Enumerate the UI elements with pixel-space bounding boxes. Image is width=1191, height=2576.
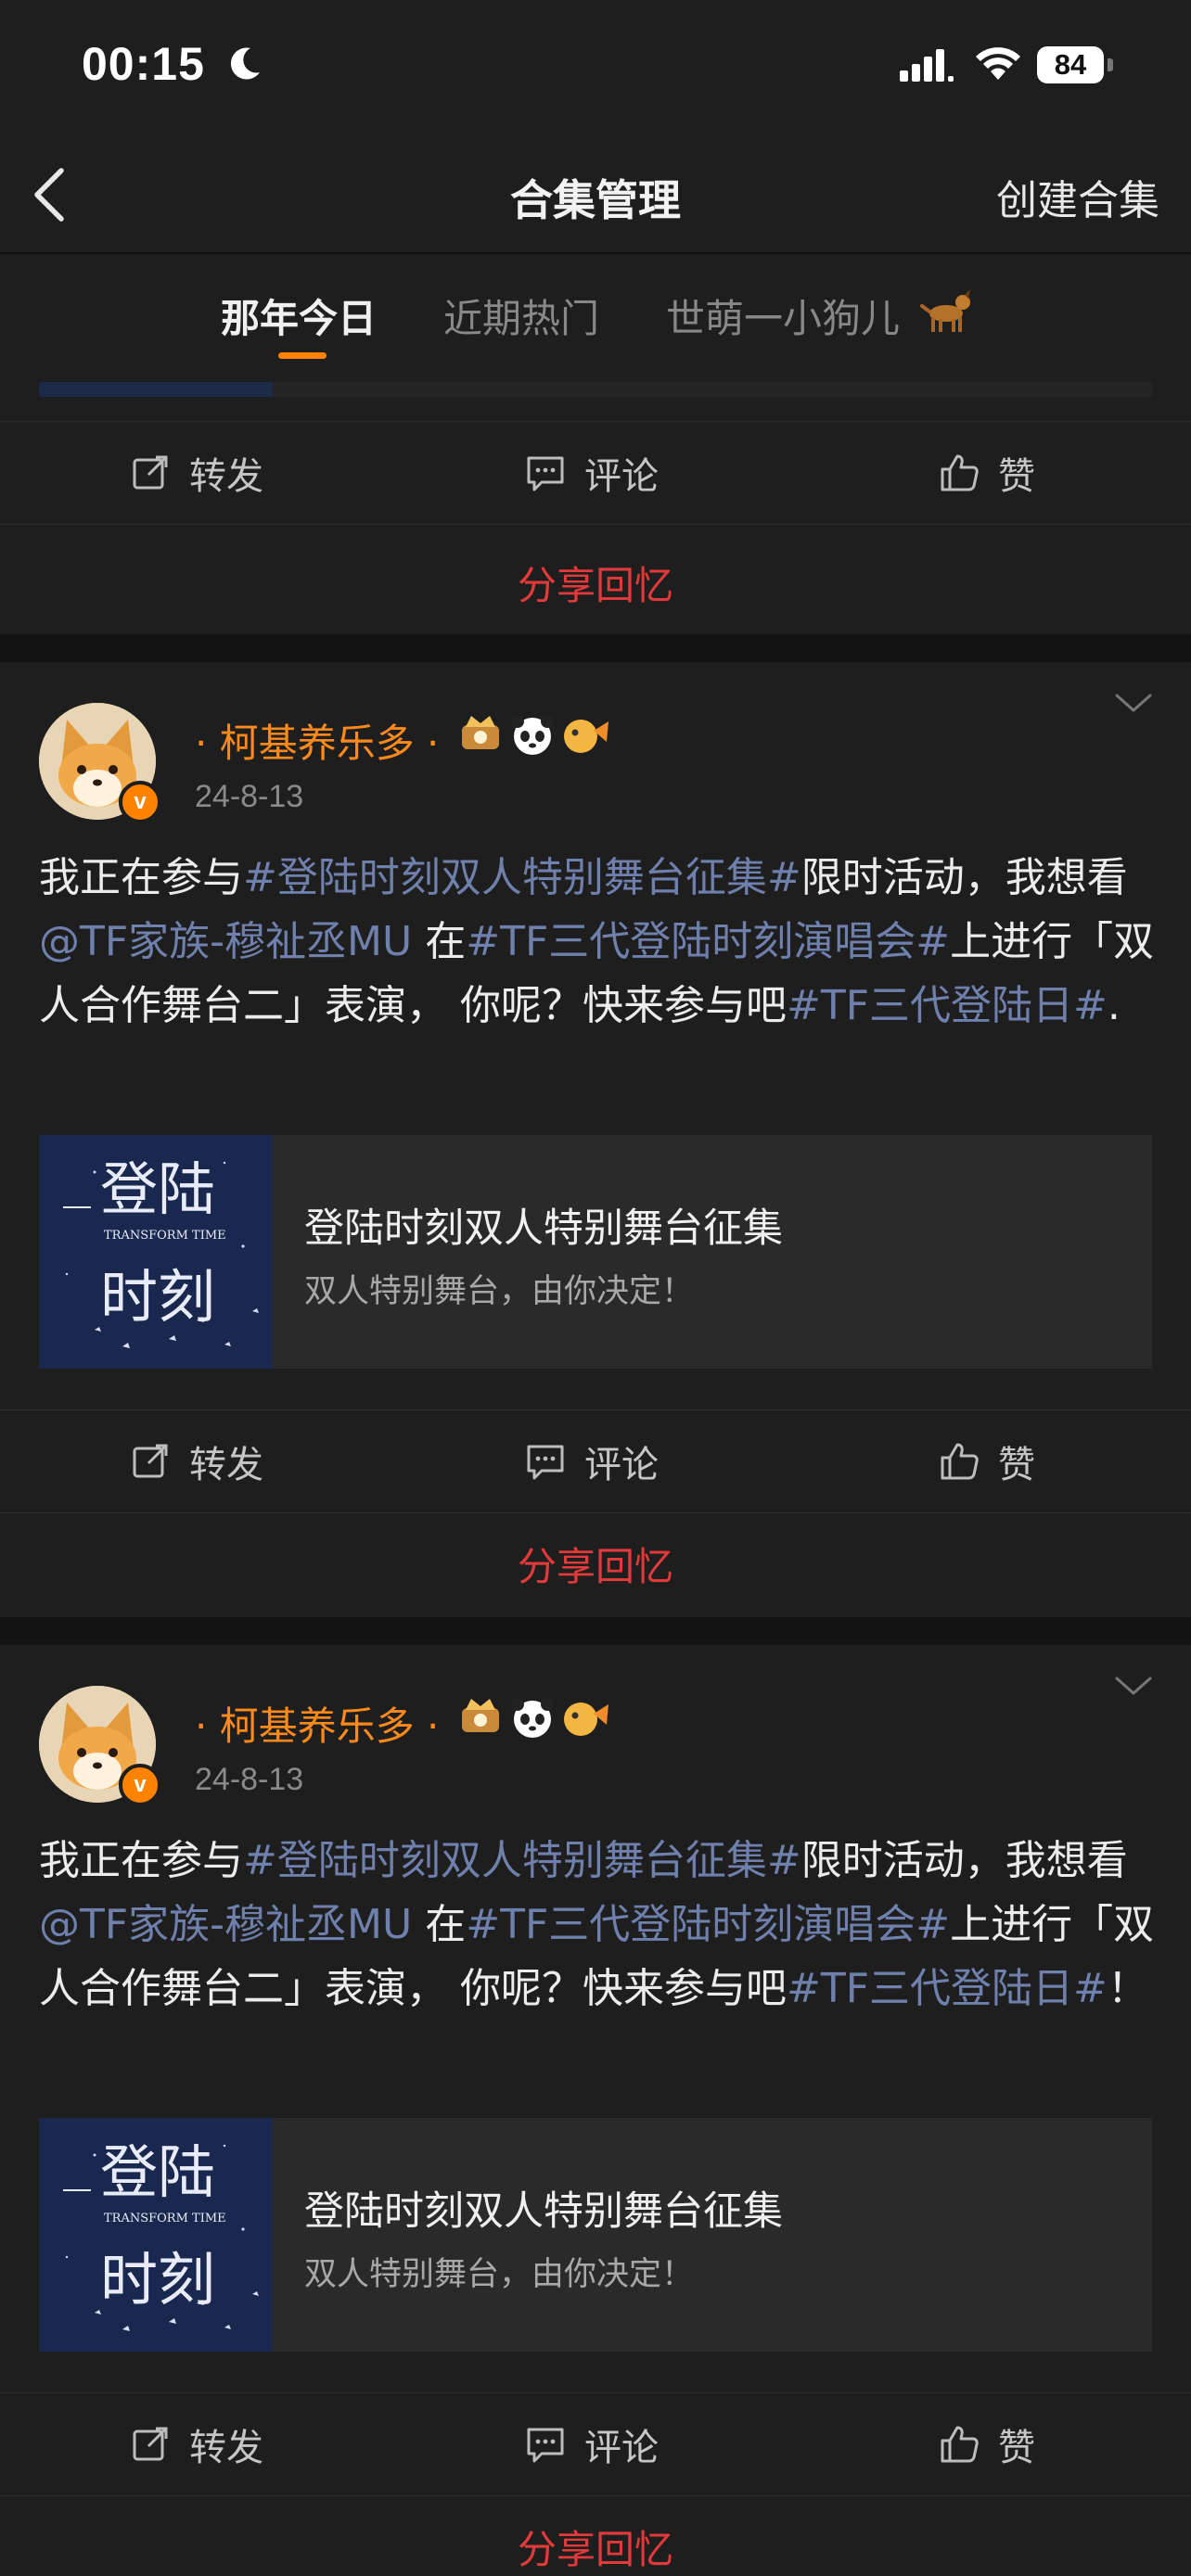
share-memory-button[interactable]: 分享回忆 — [0, 555, 1191, 611]
action-bar: 转发 评论 赞 — [0, 421, 1191, 525]
comment-button[interactable]: 评论 — [525, 1410, 659, 1512]
repost-icon — [133, 455, 168, 490]
topic-link-card[interactable]: 登陆 TRANSFORM TIME 时刻 登陆时刻双人特别舞台征集 双人特别舞台… — [39, 2118, 1152, 2352]
like-label: 赞 — [998, 455, 1035, 498]
wifi-icon — [976, 47, 1020, 80]
dog-emoji-icon — [920, 289, 970, 332]
like-label: 赞 — [998, 1444, 1035, 1486]
comment-label: 评论 — [584, 2427, 659, 2469]
topic-thumbnail: 登陆 TRANSFORM TIME 时刻 — [39, 2118, 273, 2352]
action-bar: 转发 评论 赞 — [0, 2392, 1191, 2496]
status-time: 00:15 — [82, 38, 205, 90]
battery-icon: 84 — [1037, 46, 1113, 83]
share-memory-button[interactable]: 分享回忆 — [0, 1536, 1191, 1592]
username[interactable]: · 柯基养乐多 · — [195, 712, 439, 769]
post-date: 24-8-13 — [195, 1762, 304, 1797]
topic-link-card[interactable]: 登陆 TRANSFORM TIME 时刻 登陆时刻双人特别舞台征集 双人特别舞台… — [39, 1135, 1152, 1369]
post-text: 我正在参与#登陆时刻双人特别舞台征集#限时活动，我想看@TF家族-穆祉丞MU 在… — [39, 1837, 1155, 2012]
comment-icon — [527, 1445, 564, 1480]
status-bar: 00:15 84 — [0, 0, 1191, 139]
hashtag-link[interactable]: #TF三代登陆时刻演唱会# — [466, 918, 950, 965]
user-badges-icon — [462, 1698, 608, 1738]
like-button[interactable]: 赞 — [939, 422, 1035, 524]
comment-button[interactable]: 评论 — [525, 2393, 659, 2495]
comment-label: 评论 — [584, 455, 659, 498]
comment-button[interactable]: 评论 — [525, 422, 659, 524]
repost-button[interactable]: 转发 — [130, 2393, 263, 2495]
cellular-signal-icon — [900, 49, 954, 82]
repost-button[interactable]: 转发 — [130, 1410, 263, 1512]
tab-on-this-day[interactable]: 那年今日 — [221, 287, 377, 344]
thumb-title-2: 时刻 — [100, 2246, 215, 2314]
share-memory-button[interactable]: 分享回忆 — [0, 2519, 1191, 2575]
post-card: v · 柯基养乐多 · 24-8-13 我正在参与#登陆时刻双人特别舞台征集#限… — [0, 1645, 1191, 2576]
verified-badge: v — [119, 1764, 161, 1806]
hashtag-link[interactable]: #TF三代登陆时刻演唱会# — [466, 1901, 950, 1948]
post-date: 24-8-13 — [195, 779, 304, 814]
mention-link[interactable]: @TF家族-穆祉丞MU — [39, 1901, 412, 1948]
active-tab-indicator — [278, 352, 327, 359]
like-button[interactable]: 赞 — [939, 1410, 1035, 1512]
repost-button[interactable]: 转发 — [130, 422, 263, 524]
thumb-subtitle: TRANSFORM TIME — [104, 1229, 226, 1243]
nav-bar: 合集管理 创建合集 — [0, 139, 1191, 254]
like-label: 赞 — [998, 2427, 1035, 2469]
battery-level: 84 — [1054, 48, 1087, 81]
action-bar: 转发 评论 赞 — [0, 1409, 1191, 1513]
post-card: v · 柯基养乐多 · 24-8-13 我正在参与#登陆时刻双人特别舞台征集#限… — [0, 662, 1191, 1617]
thumbs-up-icon — [941, 1443, 979, 1480]
tab-puppy-collection[interactable]: 世萌一小狗儿 — [666, 287, 900, 344]
post-text: 我正在参与#登陆时刻双人特别舞台征集#限时活动，我想看@TF家族-穆祉丞MU 在… — [39, 854, 1155, 1029]
hashtag-link[interactable]: #TF三代登陆日# — [787, 982, 1108, 1029]
like-button[interactable]: 赞 — [939, 2393, 1035, 2495]
thumb-title-1: 登陆 — [100, 2138, 215, 2206]
user-badges-icon — [462, 715, 608, 755]
tab-bar: 那年今日 近期热门 世萌一小狗儿 — [0, 254, 1191, 382]
previous-post-card: 转发 评论 赞 分享回忆 — [0, 382, 1191, 634]
thumbs-up-icon — [941, 2426, 979, 2463]
repost-icon — [133, 2427, 168, 2461]
chevron-down-icon[interactable] — [1113, 690, 1154, 716]
repost-icon — [133, 1444, 168, 1478]
repost-label: 转发 — [189, 1444, 263, 1486]
comment-icon — [527, 2428, 564, 2463]
username[interactable]: · 柯基养乐多 · — [195, 1695, 439, 1752]
hashtag-link[interactable]: #登陆时刻双人特别舞台征集# — [243, 1837, 801, 1884]
comment-icon — [527, 456, 564, 491]
repost-label: 转发 — [189, 455, 263, 498]
topic-title: 登陆时刻双人特别舞台征集 — [304, 2188, 783, 2235]
verified-badge: v — [119, 781, 161, 823]
card-separator — [0, 1617, 1191, 1645]
thumbs-up-icon — [941, 454, 979, 491]
topic-thumbnail: 登陆 TRANSFORM TIME 时刻 — [39, 1135, 273, 1369]
topic-title: 登陆时刻双人特别舞台征集 — [304, 1205, 783, 1252]
link-thumbnail-peek — [39, 382, 273, 397]
repost-label: 转发 — [189, 2427, 263, 2469]
create-collection-button[interactable]: 创建合集 — [996, 167, 1159, 226]
hashtag-link[interactable]: #登陆时刻双人特别舞台征集# — [243, 854, 801, 901]
tab-recent-hot[interactable]: 近期热门 — [443, 287, 599, 344]
topic-subtitle: 双人特别舞台，由你决定！ — [304, 2256, 695, 2293]
hashtag-link[interactable]: #TF三代登陆日# — [787, 1965, 1108, 2012]
chevron-down-icon[interactable] — [1113, 1673, 1154, 1699]
card-separator — [0, 634, 1191, 662]
topic-subtitle: 双人特别舞台，由你决定！ — [304, 1273, 695, 1310]
moon-icon — [230, 47, 260, 80]
mention-link[interactable]: @TF家族-穆祉丞MU — [39, 918, 412, 965]
thumb-title-1: 登陆 — [100, 1155, 215, 1223]
comment-label: 评论 — [584, 1444, 659, 1486]
thumb-title-2: 时刻 — [100, 1263, 215, 1331]
thumb-subtitle: TRANSFORM TIME — [104, 2212, 226, 2225]
